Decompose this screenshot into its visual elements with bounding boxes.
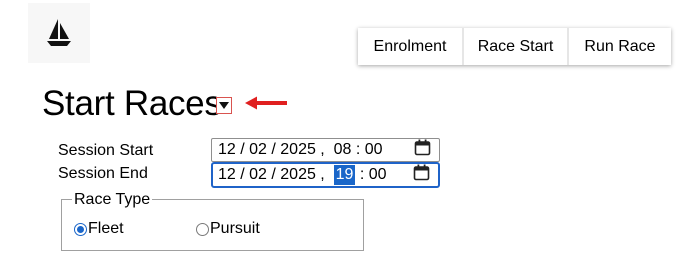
session-start-hour: 08 — [333, 141, 352, 158]
nav-enrolment-button[interactable]: Enrolment — [358, 28, 462, 65]
radio-fleet-label: Fleet — [88, 220, 124, 237]
session-start-date: 12 / 02 / 2025 , — [218, 141, 325, 158]
race-type-legend: Race Type — [72, 190, 153, 209]
caret-down-icon — [219, 102, 229, 109]
calendar-icon[interactable] — [413, 164, 430, 186]
session-end-minute: 00 — [368, 166, 387, 183]
radio-button-unselected[interactable] — [196, 222, 209, 236]
top-nav: Enrolment Race Start Run Race — [358, 28, 671, 65]
logo[interactable] — [28, 3, 90, 63]
title-toggle-button[interactable] — [216, 97, 232, 114]
radio-button-selected[interactable] — [74, 222, 87, 236]
session-start-minute: 00 — [364, 141, 383, 158]
arrow-left-icon — [244, 95, 288, 116]
calendar-icon[interactable] — [414, 139, 431, 161]
session-end-input[interactable]: 12 / 02 / 2025 , 19 : 00 — [211, 162, 440, 188]
nav-race-start-button[interactable]: Race Start — [464, 28, 567, 65]
sailboat-icon — [46, 18, 72, 48]
radio-fleet[interactable]: Fleet — [74, 220, 124, 238]
session-end-label: Session End — [58, 165, 148, 182]
session-start-label: Session Start — [58, 142, 154, 159]
nav-run-race-button[interactable]: Run Race — [569, 28, 671, 65]
session-start-input[interactable]: 12 / 02 / 2025 , 08 : 00 — [211, 138, 440, 162]
page-title: Start Races — [42, 84, 222, 123]
radio-pursuit-label: Pursuit — [210, 220, 260, 237]
race-type-fieldset: Race Type Fleet Pursuit — [61, 190, 364, 251]
session-end-hour[interactable]: 19 — [333, 165, 356, 185]
radio-pursuit[interactable]: Pursuit — [196, 220, 260, 238]
session-end-date: 12 / 02 / 2025 , — [218, 166, 325, 183]
